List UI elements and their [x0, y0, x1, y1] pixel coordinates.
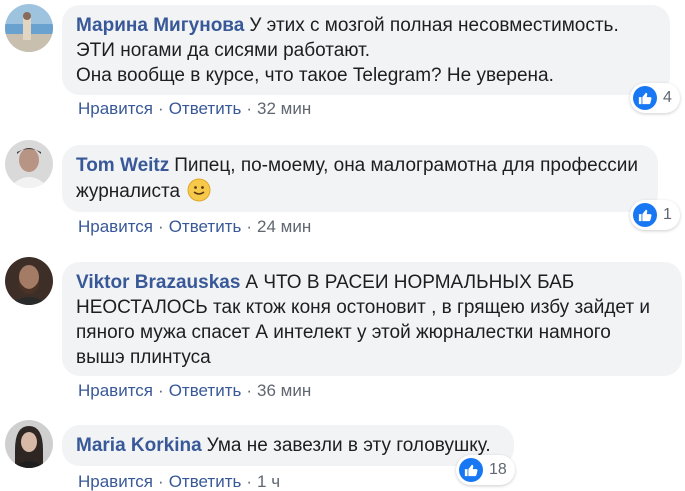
avatar[interactable] — [5, 257, 53, 305]
man-portrait-avatar — [5, 140, 53, 188]
reply-link[interactable]: Ответить — [169, 99, 242, 118]
reaction-number: 4 — [663, 89, 672, 106]
woman-portrait-avatar — [5, 420, 53, 468]
separator-dot: · — [158, 99, 164, 118]
comment-bubble: Марина Мигунова У этих с мозгой полная не… — [62, 5, 670, 95]
separator-dot: · — [158, 472, 164, 491]
like-reaction-icon — [633, 86, 657, 110]
comment-actions: Нравится · Ответить · 24 мин — [78, 217, 311, 237]
like-reaction-icon — [459, 458, 483, 482]
reaction-count[interactable]: 18 — [456, 455, 515, 485]
comment-author[interactable]: Марина Мигунова — [76, 15, 244, 36]
comment-author[interactable]: Maria Korkina — [76, 435, 202, 456]
separator-dot: · — [246, 381, 253, 400]
avatar[interactable] — [5, 420, 53, 468]
avatar[interactable] — [5, 4, 53, 52]
comment-time[interactable]: 1 ч — [257, 472, 280, 491]
like-link[interactable]: Нравится — [78, 217, 153, 236]
reply-link[interactable]: Ответить — [169, 217, 242, 236]
slightly-smiling-face-icon — [187, 178, 211, 202]
bearded-man-avatar — [5, 257, 53, 305]
separator-dot: · — [246, 217, 253, 236]
reply-link[interactable]: Ответить — [169, 472, 242, 491]
avatar[interactable] — [5, 140, 53, 188]
comment-author[interactable]: Viktor Brazauskas — [76, 272, 240, 293]
reaction-number: 18 — [489, 461, 507, 478]
separator-dot: · — [158, 381, 164, 400]
reply-link[interactable]: Ответить — [169, 381, 242, 400]
reaction-count[interactable]: 4 — [630, 83, 680, 113]
like-link[interactable]: Нравится — [78, 381, 153, 400]
like-link[interactable]: Нравится — [78, 99, 153, 118]
beach-photo-avatar — [5, 4, 53, 52]
comment-time[interactable]: 24 мин — [257, 217, 311, 236]
comment-actions: Нравится · Ответить · 36 мин — [78, 381, 311, 401]
comment-time[interactable]: 36 мин — [257, 381, 311, 400]
comment-text: Ума не завезли в эту головушку. — [206, 435, 491, 456]
like-reaction-icon — [633, 203, 657, 227]
separator-dot: · — [158, 217, 164, 236]
comment-actions: Нравится · Ответить · 1 ч — [78, 472, 280, 491]
separator-dot: · — [246, 99, 253, 118]
reaction-number: 1 — [663, 206, 672, 223]
comment-bubble: Maria Korkina Ума не завезли в эту голову… — [62, 425, 514, 466]
comment-time[interactable]: 32 мин — [257, 99, 311, 118]
comment-bubble: Tom Weitz Пипец, по-моему, она малограмот… — [62, 145, 658, 212]
separator-dot: · — [246, 472, 253, 491]
comment-bubble: Viktor Brazauskas А ЧТО В РАСЕИ НОРМАЛЬНЫ… — [62, 262, 682, 376]
comment-actions: Нравится · Ответить · 32 мин — [78, 99, 311, 119]
comment-author[interactable]: Tom Weitz — [76, 155, 169, 176]
like-link[interactable]: Нравится — [78, 472, 153, 491]
reaction-count[interactable]: 1 — [630, 200, 680, 230]
